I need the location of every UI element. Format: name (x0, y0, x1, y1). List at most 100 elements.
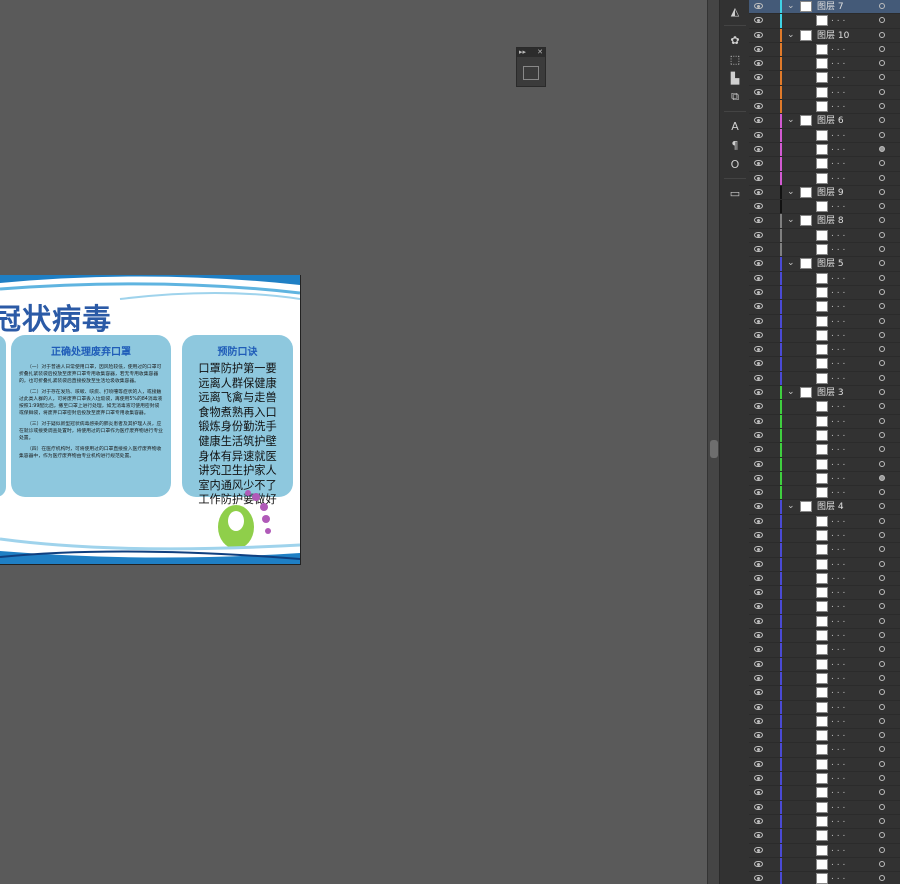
layer-item-row[interactable]: . . . (749, 528, 900, 544)
visibility-eye-icon[interactable] (754, 446, 763, 453)
target-circle-icon[interactable] (879, 803, 885, 810)
target-circle-icon[interactable] (879, 331, 885, 338)
target-circle-icon[interactable] (879, 417, 885, 424)
visibility-eye-icon[interactable] (754, 674, 763, 681)
target-circle-icon[interactable] (879, 403, 885, 410)
target-circle-icon[interactable] (879, 474, 885, 481)
visibility-eye-icon[interactable] (754, 875, 763, 882)
layer-name[interactable]: . . . (831, 772, 845, 782)
layer-item-row[interactable]: . . . (749, 271, 900, 286)
target-circle-icon[interactable] (879, 288, 885, 295)
visibility-eye-icon[interactable] (754, 617, 763, 624)
target-circle-icon[interactable] (879, 360, 885, 367)
visibility-eye-icon[interactable] (754, 103, 763, 110)
expand-chevron-icon[interactable]: ⌄ (787, 501, 795, 511)
target-circle-icon[interactable] (879, 88, 885, 95)
layer-item-row[interactable]: . . . (749, 171, 900, 186)
target-circle-icon[interactable] (879, 117, 885, 124)
layer-name[interactable]: 图层 5 (817, 258, 844, 270)
target-circle-icon[interactable] (879, 217, 885, 224)
layer-name[interactable]: . . . (831, 286, 845, 296)
visibility-eye-icon[interactable] (754, 60, 763, 67)
target-circle-icon[interactable] (879, 589, 885, 596)
gradient-icon[interactable]: ▭ (724, 185, 746, 201)
layer-item-row[interactable]: . . . (749, 414, 900, 429)
layer-item-row[interactable]: . . . (749, 786, 900, 801)
visibility-eye-icon[interactable] (754, 288, 763, 295)
layer-item-row[interactable]: . . . (749, 300, 900, 315)
layer-item-row[interactable]: . . . (749, 357, 900, 372)
visibility-eye-icon[interactable] (754, 417, 763, 424)
visibility-eye-icon[interactable] (754, 860, 763, 867)
visibility-eye-icon[interactable] (754, 174, 763, 181)
layer-name[interactable]: . . . (831, 758, 845, 768)
layer-item-row[interactable]: . . . (749, 14, 900, 29)
visibility-eye-icon[interactable] (754, 74, 763, 81)
visibility-eye-icon[interactable] (754, 88, 763, 95)
layer-item-row[interactable]: . . . (749, 800, 900, 815)
target-circle-icon[interactable] (879, 489, 885, 496)
layer-item-row[interactable]: . . . (749, 843, 900, 858)
layer-item-row[interactable]: . . . (749, 857, 900, 873)
layer-item-row[interactable]: . . . (749, 457, 900, 472)
layer-name[interactable]: . . . (831, 844, 845, 854)
target-circle-icon[interactable] (879, 303, 885, 310)
layer-item-row[interactable]: . . . (749, 586, 900, 601)
target-circle-icon[interactable] (879, 346, 885, 353)
expand-chevron-icon[interactable]: ⌄ (787, 1, 795, 11)
layer-name[interactable]: . . . (831, 515, 845, 525)
layer-item-row[interactable]: . . . (749, 371, 900, 387)
opentype-icon[interactable]: O (724, 156, 746, 172)
target-circle-icon[interactable] (879, 3, 885, 9)
layer-name[interactable]: . . . (831, 658, 845, 668)
layer-item-row[interactable]: . . . (749, 157, 900, 172)
layer-item-row[interactable]: . . . (749, 743, 900, 758)
target-circle-icon[interactable] (879, 231, 885, 238)
target-circle-icon[interactable] (879, 560, 885, 567)
layer-name[interactable]: . . . (831, 329, 845, 339)
layer-name[interactable]: . . . (831, 415, 845, 425)
expand-chevron-icon[interactable]: ⌄ (787, 187, 795, 197)
layer-group-row[interactable]: ⌄ 图层 6 (749, 114, 900, 129)
shape-builder-icon[interactable]: ◭ (724, 3, 746, 19)
pathfinder-icon[interactable]: ⧉ (724, 89, 746, 105)
layer-name[interactable]: . . . (831, 872, 845, 882)
layer-name[interactable]: . . . (831, 400, 845, 410)
target-circle-icon[interactable] (879, 389, 885, 396)
target-circle-icon[interactable] (879, 875, 885, 882)
layer-item-row[interactable]: . . . (749, 772, 900, 787)
layer-name[interactable]: . . . (831, 57, 845, 67)
visibility-eye-icon[interactable] (754, 703, 763, 710)
layer-name[interactable]: . . . (831, 43, 845, 53)
target-circle-icon[interactable] (879, 203, 885, 210)
target-circle-icon[interactable] (879, 503, 885, 510)
layer-name[interactable]: . . . (831, 715, 845, 725)
layer-item-row[interactable]: . . . (749, 71, 900, 86)
target-circle-icon[interactable] (879, 446, 885, 453)
target-circle-icon[interactable] (879, 860, 885, 867)
expand-chevron-icon[interactable]: ⌄ (787, 387, 795, 397)
target-circle-icon[interactable] (879, 632, 885, 639)
artboard[interactable]: 冠状病毒 正确处理废弃口罩 （一）对于普通人日常使用口罩，因风险较低，使用过的口… (0, 275, 301, 565)
layer-name[interactable]: . . . (831, 343, 845, 353)
layer-item-row[interactable]: . . . (749, 814, 900, 830)
target-circle-icon[interactable] (879, 460, 885, 467)
layer-name[interactable]: . . . (831, 858, 845, 868)
layer-name[interactable]: . . . (831, 643, 845, 653)
layer-item-row[interactable]: . . . (749, 757, 900, 773)
visibility-eye-icon[interactable] (754, 689, 763, 696)
layer-name[interactable]: . . . (831, 572, 845, 582)
layer-item-row[interactable]: . . . (749, 686, 900, 701)
layer-name[interactable]: 图层 3 (817, 387, 844, 399)
layer-item-row[interactable]: . . . (749, 128, 900, 143)
visibility-eye-icon[interactable] (754, 746, 763, 753)
layer-name[interactable]: . . . (831, 157, 845, 167)
layer-name[interactable]: . . . (831, 801, 845, 811)
expand-chevron-icon[interactable]: ⌄ (787, 30, 795, 40)
layer-item-row[interactable]: . . . (749, 714, 900, 730)
target-circle-icon[interactable] (879, 646, 885, 653)
layer-name[interactable]: . . . (831, 815, 845, 825)
visibility-eye-icon[interactable] (754, 489, 763, 496)
visibility-eye-icon[interactable] (754, 260, 763, 267)
layer-name[interactable]: . . . (831, 315, 845, 325)
